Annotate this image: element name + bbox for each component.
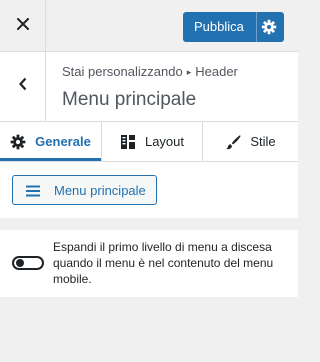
- close-icon: [16, 17, 29, 35]
- publish-divider: [256, 12, 257, 42]
- mobile-expand-label: Espandi il primo livello di menu a disce…: [53, 240, 274, 286]
- layout-icon: [120, 134, 136, 150]
- menu-select-label: Menu principale: [54, 183, 146, 198]
- gear-icon: [10, 134, 26, 150]
- breadcrumb-prefix: Stai personalizzando: [62, 64, 183, 79]
- menu-selector-panel: Menu principale: [0, 162, 298, 218]
- section-header: Stai personalizzando ▸ Header Menu princip…: [0, 52, 298, 122]
- tab-label: Stile: [250, 134, 276, 149]
- page-title: Menu principale: [62, 89, 197, 110]
- tab-generale[interactable]: Generale: [0, 122, 101, 161]
- tab-stile[interactable]: Stile: [202, 122, 298, 161]
- tab-layout[interactable]: Layout: [101, 122, 202, 161]
- mobile-dropdown-setting: Espandi il primo livello di menu a disce…: [0, 230, 298, 297]
- menu-select-button[interactable]: Menu principale: [12, 175, 157, 205]
- close-button[interactable]: [0, 0, 46, 51]
- toggle-knob: [16, 259, 24, 267]
- brush-icon: [225, 134, 241, 150]
- customizer-topbar: Pubblica: [0, 0, 298, 52]
- publish-button[interactable]: Pubblica: [183, 12, 284, 42]
- breadcrumb-section: Header: [195, 64, 238, 79]
- chevron-left-icon: [18, 77, 28, 96]
- tab-label: Generale: [35, 134, 91, 149]
- breadcrumb-separator: ▸: [186, 67, 192, 77]
- tab-content: Menu principale Espandi il primo livello…: [0, 162, 298, 362]
- tab-bar: Generale Layout Stile: [0, 122, 298, 162]
- breadcrumb: Stai personalizzando ▸ Header: [62, 64, 238, 81]
- gear-icon[interactable]: [261, 19, 277, 35]
- mobile-expand-toggle[interactable]: [12, 256, 44, 270]
- tab-label: Layout: [144, 134, 185, 149]
- hamburger-icon: [26, 184, 40, 202]
- back-button[interactable]: [0, 52, 46, 121]
- publish-label: Pubblica: [194, 19, 244, 34]
